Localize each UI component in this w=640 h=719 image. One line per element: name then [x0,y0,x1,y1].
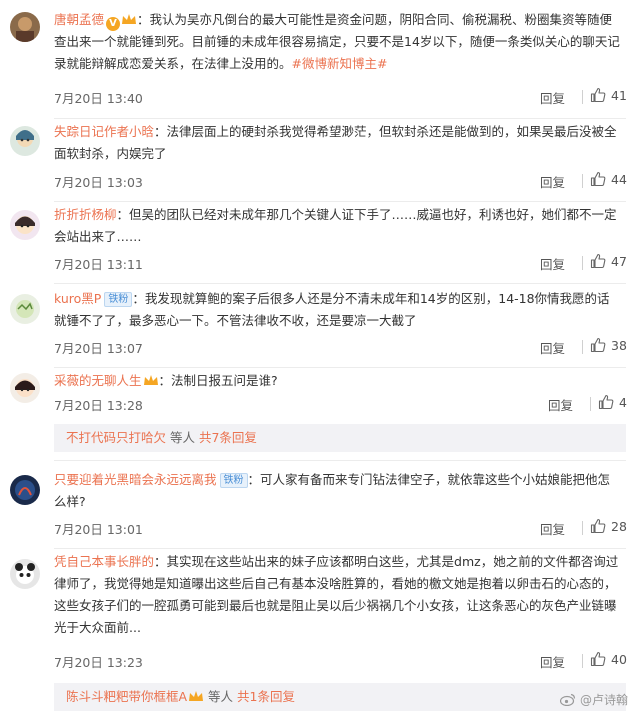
avatar[interactable] [10,12,40,42]
like-count: 40 [611,652,627,667]
avatar[interactable] [10,373,40,403]
divider [54,283,626,284]
comment-text: 凭自己本事长胖的：其实现在这些站出来的妹子应该都明白这些，尤其是dmz，她之前的… [54,551,622,639]
comment-meta: 7月20日 13:23 回复 40 [54,650,627,672]
crown-badge-icon [143,375,158,385]
reply-button[interactable]: 回复 [540,172,565,191]
comment-body: ：但吴的团队已经对未成年那几个关键人证下手了……威逼也好，利诱也好，她们都不一定… [54,207,617,244]
divider [54,548,626,549]
comment-body: ：法制日报五问是谁? [158,373,278,388]
reply-button[interactable]: 回复 [540,519,565,538]
like-count: 28 [611,519,627,534]
watermark-text: @卢诗翰 [579,693,628,707]
divider [54,201,626,202]
thumbs-up-icon [590,651,606,667]
like-count: 41 [611,88,627,103]
comment-meta: 7月20日 13:03 回复 44 [54,170,627,192]
thumbs-up-icon [590,337,606,353]
comment-time: 7月20日 13:23 [54,655,143,670]
divider [582,521,583,535]
comment-text: 只要迎着光黑暗会永远远离我 铁粉 ：可人家有备而来专门钻法律空子，就依靠这些个小姑娘… [54,469,622,513]
divider [590,397,591,411]
divider [582,174,583,188]
thumbs-up-icon [590,518,606,534]
comment-time: 7月20日 13:28 [54,398,143,413]
fan-badge: 铁粉 [219,473,248,488]
like-count: 4 [619,395,627,410]
reply-button[interactable]: 回复 [540,338,565,357]
sub-replies-bar[interactable]: 不打代码只打哈欠 等人 共7条回复 [54,424,626,452]
reply-button[interactable]: 回复 [540,88,565,107]
avatar[interactable] [10,559,40,589]
like-count: 44 [611,172,627,187]
avatar[interactable] [10,294,40,324]
thumbs-up-icon [590,171,606,187]
view-replies-link[interactable]: 共1条回复 [237,689,295,704]
divider [582,340,583,354]
crown-badge-icon [189,691,204,701]
username-link[interactable]: 凭自己本事长胖的 [54,554,154,569]
comment-text: kuro黑P 铁粉 ：我发现就算鲍的案子后很多人还是分不清未成年和14岁的区别，14… [54,288,622,332]
username-link[interactable]: 采薇的无聊人生 [54,373,142,388]
username-link[interactable]: 折折折杨柳 [54,207,117,222]
avatar[interactable] [10,126,40,156]
username-link[interactable]: 唐朝孟德 [54,12,104,27]
divider [54,460,626,461]
comment-time: 7月20日 13:11 [54,257,143,272]
reply-button[interactable]: 回复 [540,652,565,671]
comment-time: 7月20日 13:40 [54,91,143,106]
thumbs-up-icon [598,394,614,410]
avatar[interactable] [10,210,40,240]
divider [54,118,626,119]
comment-text: 折折折杨柳：但吴的团队已经对未成年那几个关键人证下手了……威逼也好，利诱也好，她… [54,204,622,248]
comment-time: 7月20日 13:03 [54,175,143,190]
username-link[interactable]: 只要迎着光黑暗会永远远离我 [54,472,217,487]
comment-text: 失踪日记作者小晗：法律层面上的硬封杀我觉得希望渺茫，但软封杀还是能做到的，如果吴… [54,121,622,165]
comment-body: ：我发现就算鲍的案子后很多人还是分不清未成年和14岁的区别，14-18你情我愿的… [54,291,610,328]
watermark: @卢诗翰 [559,690,628,710]
comment-text: 唐朝孟德 V ：我认为吴亦凡倒台的最大可能性是资金问题，阴阳合同、偷税漏税、粉圈集资… [54,9,622,75]
divider [582,256,583,270]
like-count: 47 [611,254,627,269]
thumbs-up-icon [590,87,606,103]
sub-replies-bar[interactable]: 陈斗斗粑粑带你框框A 等人 共1条回复 [54,683,626,711]
comment-time: 7月20日 13:01 [54,522,143,537]
comment-text: 采薇的无聊人生 ：法制日报五问是谁? [54,370,622,392]
avatar[interactable] [10,475,40,505]
username-link[interactable]: kuro黑P [54,291,101,306]
comment-meta: 7月20日 13:07 回复 38 [54,336,627,358]
comment-meta: 7月20日 13:28 回复 4 [54,393,627,415]
verified-badge-icon: V [106,17,121,31]
hashtag-link[interactable]: #微博新知博主# [292,56,388,71]
like-count: 38 [611,338,627,353]
thumbs-up-icon [590,253,606,269]
comment-meta: 7月20日 13:40 回复 41 [54,86,627,108]
divider [54,367,626,368]
sub-reply-user[interactable]: 不打代码只打哈欠 [66,430,166,445]
username-link[interactable]: 失踪日记作者小晗 [54,124,154,139]
crown-badge-icon [122,14,137,24]
comment-meta: 7月20日 13:11 回复 47 [54,252,627,274]
weibo-logo-icon [559,693,576,706]
divider [582,90,583,104]
view-replies-link[interactable]: 共7条回复 [199,430,257,445]
comment-time: 7月20日 13:07 [54,341,143,356]
fan-badge: 铁粉 [104,292,133,307]
sub-reply-user[interactable]: 陈斗斗粑粑带你框框A [66,689,187,704]
divider [582,654,583,668]
comment-meta: 7月20日 13:01 回复 28 [54,517,627,539]
reply-button[interactable]: 回复 [540,254,565,273]
reply-button[interactable]: 回复 [548,395,573,414]
